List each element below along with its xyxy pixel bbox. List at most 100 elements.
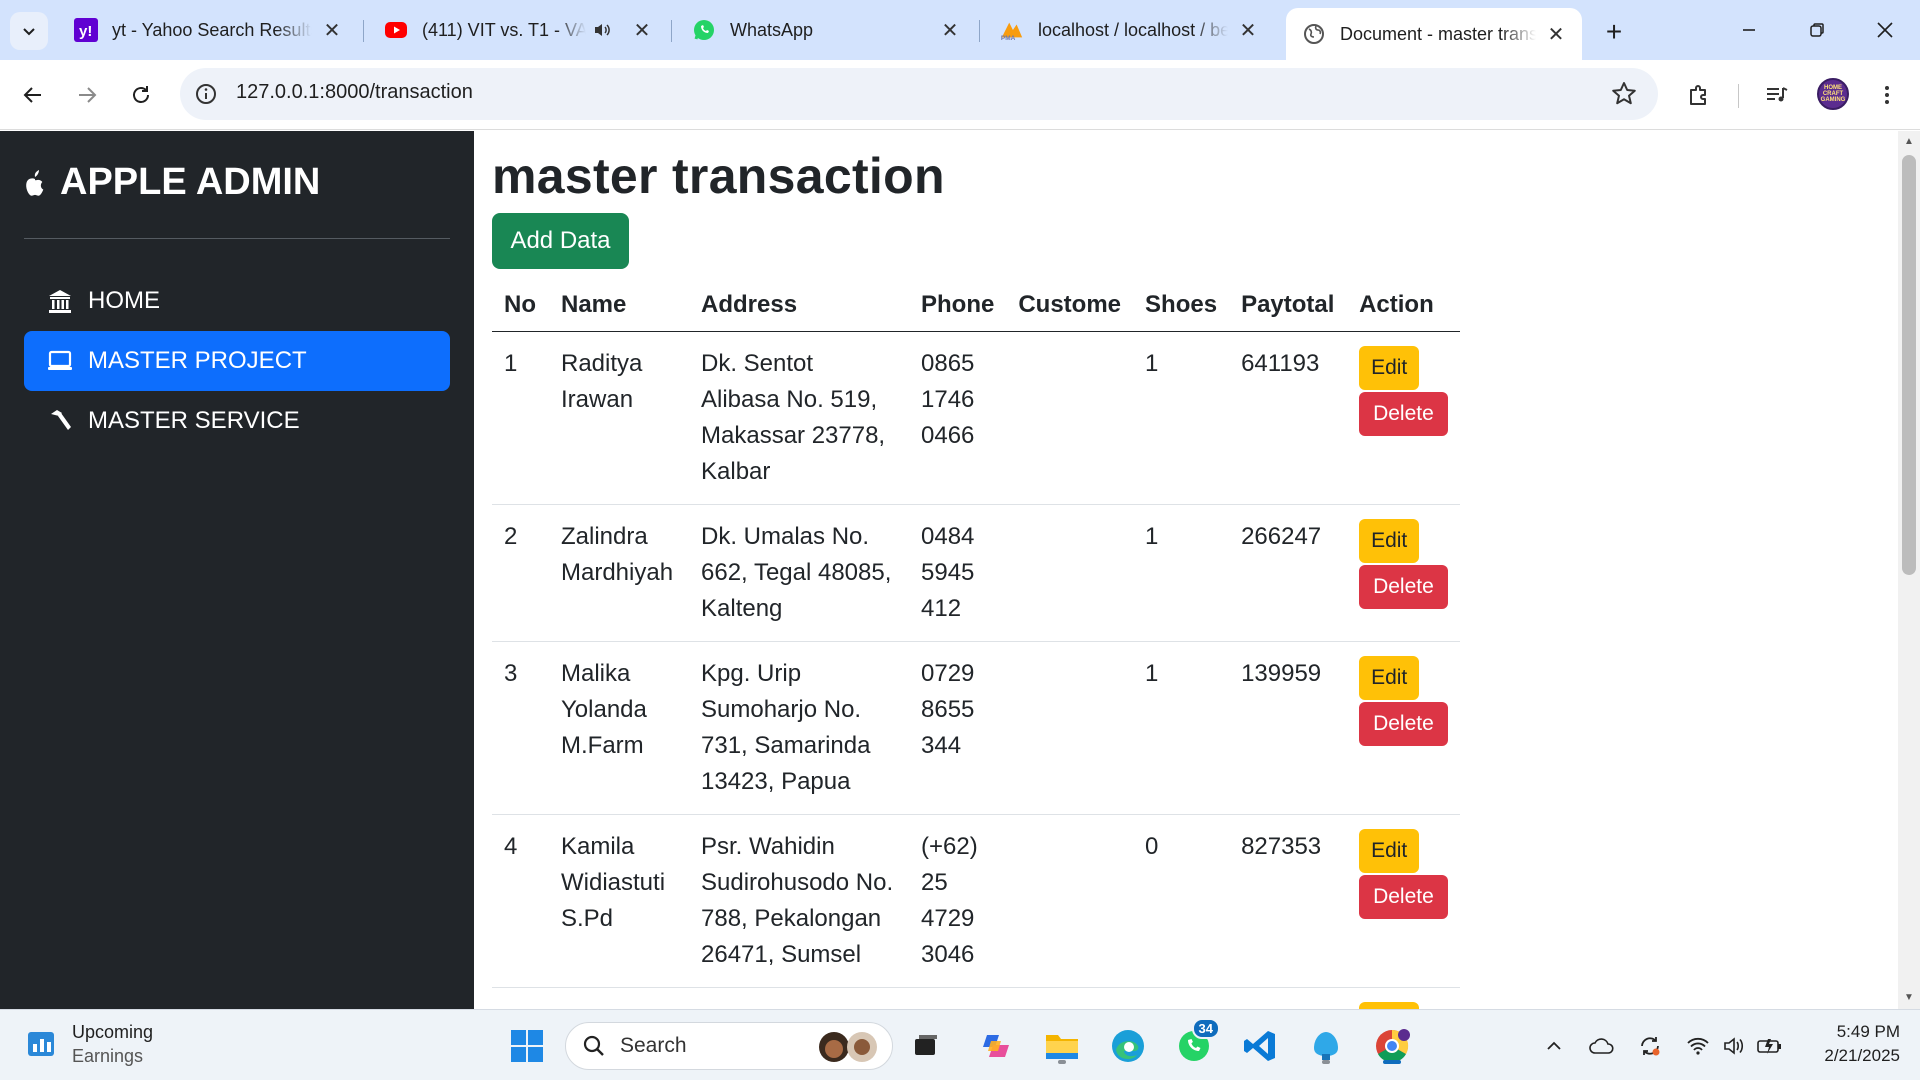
- cell-action: Edit Delete: [1347, 641, 1460, 815]
- bank-icon: [46, 287, 74, 315]
- reload-icon: [133, 86, 149, 103]
- windows-icon: [511, 1030, 543, 1062]
- sidebar-item-master-project[interactable]: MASTER PROJECT: [24, 331, 450, 391]
- show-hidden-icons-button[interactable]: [1540, 1032, 1568, 1060]
- task-view-button[interactable]: [904, 1024, 948, 1068]
- scroll-down-arrow-icon[interactable]: ▼: [1904, 993, 1914, 1003]
- app-button[interactable]: [1304, 1024, 1348, 1068]
- phpmyadmin-icon: PMA: [1000, 18, 1024, 42]
- copilot-icon: [983, 1035, 1009, 1057]
- hammer-icon: [46, 407, 74, 435]
- cell-address: Psr. Wahidin Sudirohusodo No. 788, Pekal…: [689, 814, 909, 988]
- url-text[interactable]: 127.0.0.1:8000/transaction: [236, 81, 473, 104]
- system-clock[interactable]: 5:49 PM 2/21/2025: [1800, 1020, 1900, 1068]
- cell-custome: [1006, 504, 1134, 642]
- clock-date: 2/21/2025: [1824, 1046, 1900, 1065]
- playlist-icon: [1767, 87, 1788, 102]
- extensions-button[interactable]: [1680, 76, 1718, 114]
- edit-button[interactable]: Edit: [1359, 518, 1420, 563]
- whatsapp-taskbar-button[interactable]: 34: [1172, 1018, 1220, 1068]
- cell-address: Ds. Industri No. 250, Palangka: [689, 987, 909, 1009]
- tab-title: WhatsApp: [730, 19, 814, 40]
- svg-text:y!: y!: [79, 23, 92, 40]
- chrome-button[interactable]: [1370, 1024, 1414, 1068]
- close-icon[interactable]: ✕: [1236, 18, 1260, 42]
- cell-address: Dk. Sentot Alibasa No. 519, Makassar 237…: [689, 331, 909, 505]
- taskbar-search[interactable]: Search: [565, 1022, 893, 1070]
- address-bar[interactable]: 127.0.0.1:8000/transaction: [180, 68, 1658, 120]
- column-header-name: Name: [549, 279, 689, 332]
- speaker-icon[interactable]: [592, 20, 612, 40]
- edge-button[interactable]: [1106, 1024, 1150, 1068]
- tab-youtube[interactable]: (411) VIT vs. T1 - VALO ✕: [368, 8, 668, 52]
- sidebar-item-home[interactable]: HOME: [24, 271, 450, 331]
- media-control-button[interactable]: [1758, 76, 1796, 114]
- notification-badge: 34: [1191, 1018, 1220, 1039]
- vertical-scrollbar[interactable]: ▲ ▼: [1898, 131, 1920, 1009]
- info-icon[interactable]: [194, 82, 218, 106]
- edit-button[interactable]: Edit: [1359, 828, 1420, 873]
- tab-whatsapp[interactable]: WhatsApp ✕: [676, 8, 976, 52]
- cell-no: 1: [492, 331, 549, 505]
- sync-tray-icon[interactable]: [1636, 1032, 1664, 1060]
- copilot-button[interactable]: [974, 1024, 1018, 1068]
- forward-button[interactable]: [68, 76, 106, 114]
- back-button[interactable]: [14, 76, 52, 114]
- table-row: 1 Raditya Irawan Dk. Sentot Alibasa No. …: [492, 331, 1460, 505]
- delete-button[interactable]: Delete: [1359, 391, 1448, 436]
- edit-button[interactable]: Edit: [1359, 345, 1420, 390]
- table-row: 5 Luwar Xanana Ds. Industri No. 250, Pal…: [492, 987, 1460, 1009]
- tab-phpmyadmin[interactable]: PMA localhost / localhost / bel ✕: [984, 8, 1274, 52]
- tab-strip: y! yt - Yahoo Search Results ✕ (411) VIT…: [0, 0, 1920, 60]
- close-icon[interactable]: ✕: [1544, 22, 1568, 46]
- edit-button[interactable]: Edit: [1359, 1001, 1420, 1009]
- tab-title: Document - master transaction: [1340, 23, 1536, 44]
- tab-document-active[interactable]: Document - master transaction ✕: [1286, 8, 1582, 60]
- cell-paytotal: 139959: [1229, 641, 1348, 815]
- onedrive-tray-icon[interactable]: [1588, 1032, 1616, 1060]
- cell-phone: 0484 5945 412: [909, 504, 1007, 642]
- minimize-button[interactable]: [1716, 0, 1782, 60]
- sidebar-divider: [24, 238, 450, 239]
- widgets-button[interactable]: Upcoming Earnings: [26, 1020, 153, 1068]
- cell-name: Luwar Xanana: [549, 987, 689, 1009]
- chart-widget-icon: [28, 1032, 54, 1056]
- close-icon[interactable]: ✕: [938, 18, 962, 42]
- tab-yahoo[interactable]: y! yt - Yahoo Search Results ✕: [58, 8, 358, 52]
- more-vert-icon: [1885, 86, 1889, 104]
- reload-button[interactable]: [122, 76, 160, 114]
- restore-button[interactable]: [1784, 0, 1850, 60]
- delete-button[interactable]: Delete: [1359, 564, 1448, 609]
- file-explorer-button[interactable]: [1040, 1024, 1084, 1068]
- close-icon[interactable]: ✕: [320, 18, 344, 42]
- new-tab-button[interactable]: +: [1596, 14, 1632, 50]
- tab-search-button[interactable]: [10, 12, 48, 50]
- sidebar-item-master-service[interactable]: MASTER SERVICE: [24, 391, 450, 451]
- delete-button[interactable]: Delete: [1359, 874, 1448, 919]
- add-data-button[interactable]: Add Data: [492, 213, 629, 269]
- battery-tray-icon[interactable]: [1756, 1032, 1784, 1060]
- search-icon: [583, 1035, 604, 1056]
- wifi-tray-icon[interactable]: [1684, 1032, 1712, 1060]
- table-row: 3 Malika Yolanda M.Farm Kpg. Urip Sumoha…: [492, 641, 1460, 815]
- edit-button[interactable]: Edit: [1359, 655, 1420, 700]
- cell-paytotal: 641193: [1229, 331, 1348, 505]
- close-window-button[interactable]: [1852, 0, 1918, 60]
- arrow-left-icon: [23, 87, 41, 103]
- puzzle-icon: [1690, 85, 1706, 105]
- delete-button[interactable]: Delete: [1359, 701, 1448, 746]
- scroll-up-arrow-icon[interactable]: ▲: [1904, 137, 1914, 147]
- brand[interactable]: APPLE ADMIN: [24, 161, 320, 204]
- star-icon[interactable]: [1610, 80, 1638, 108]
- start-button[interactable]: [505, 1024, 549, 1068]
- close-icon[interactable]: ✕: [630, 18, 654, 42]
- vscode-button[interactable]: [1238, 1024, 1282, 1068]
- screen: y! yt - Yahoo Search Results ✕ (411) VIT…: [0, 0, 1920, 1080]
- brand-title: APPLE ADMIN: [60, 161, 321, 203]
- scrollbar-thumb[interactable]: [1902, 155, 1916, 575]
- volume-tray-icon[interactable]: [1720, 1032, 1748, 1060]
- sidebar-item-label: MASTER PROJECT: [88, 347, 307, 374]
- cell-name: Raditya Irawan: [549, 331, 689, 505]
- profile-avatar[interactable]: HOME CRAFT GAMING: [1817, 78, 1849, 110]
- menu-button[interactable]: [1868, 76, 1906, 114]
